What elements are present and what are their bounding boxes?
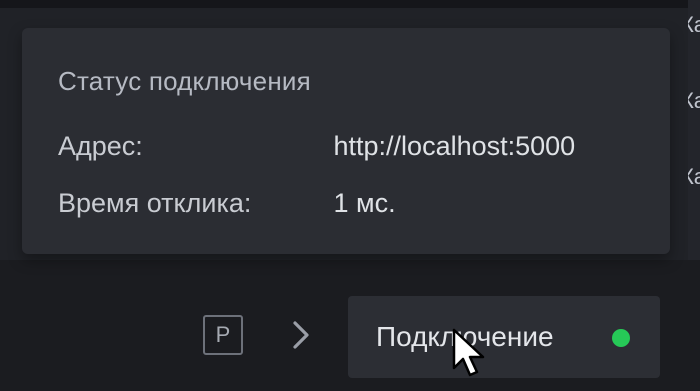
address-label: Адрес: xyxy=(58,131,143,161)
connection-button[interactable]: Подключение xyxy=(348,296,660,378)
p-badge-label: P xyxy=(215,322,231,347)
background-list-item-text: Ка xyxy=(688,12,700,37)
address-row: Адрес: http://localhost:5000 xyxy=(58,131,575,162)
response-time-value: 1 мс. xyxy=(333,188,396,218)
status-indicator-dot xyxy=(612,329,630,347)
response-time-row: Время отклика: 1 мс. xyxy=(58,188,396,219)
popover-title: Статус подключения xyxy=(58,66,311,96)
response-time-label: Время отклика: xyxy=(58,188,252,218)
background-list-item-text: Ка xyxy=(688,164,700,189)
background-right-strip: Ка Ка Ка xyxy=(688,0,700,260)
connection-status-popover: Статус подключения Адрес: http://localho… xyxy=(22,28,670,254)
chevron-right-icon[interactable] xyxy=(286,317,316,353)
app-screen: Ка Ка Ка Статус подключения Адрес: http:… xyxy=(0,0,700,391)
background-list-item-text: Ка xyxy=(688,88,700,113)
address-value: http://localhost:5000 xyxy=(333,131,576,161)
p-badge-button[interactable]: P xyxy=(203,315,243,355)
mouse-cursor-icon xyxy=(452,328,485,377)
